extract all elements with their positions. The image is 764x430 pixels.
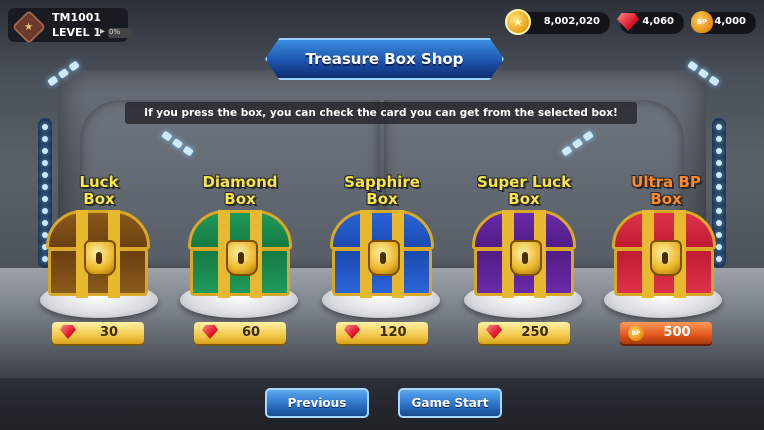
info-banner: If you press the box, you can check the … xyxy=(125,102,637,124)
previous-button[interactable]: Previous xyxy=(265,388,369,418)
bp-bag-icon: BP xyxy=(688,8,716,36)
lock-icon xyxy=(368,240,400,276)
chest-super-luck-box[interactable] xyxy=(472,210,576,298)
price-tag-luck[interactable]: 30 xyxy=(52,322,144,344)
lock-icon xyxy=(510,240,542,276)
bp-bag-icon: BP xyxy=(628,325,644,341)
gem-counter[interactable]: 4,060 xyxy=(617,12,684,34)
gold-value: 8,002,020 xyxy=(543,16,600,27)
info-text: If you press the box, you can check the … xyxy=(144,107,618,119)
bottom-bar xyxy=(0,378,764,430)
chest-diamond-box[interactable] xyxy=(188,210,292,298)
box-label-ultra-bp: Ultra BP Box xyxy=(631,173,701,208)
bp-value: 4,000 xyxy=(714,16,746,27)
ruby-gem-icon xyxy=(202,325,218,339)
rank-star-icon: ★ xyxy=(12,10,46,44)
ruby-gem-icon xyxy=(60,325,76,339)
price-tag-sapphire[interactable]: 120 xyxy=(336,322,428,344)
gem-value: 4,060 xyxy=(642,16,674,27)
shop-title: Treasure Box Shop xyxy=(305,50,464,68)
box-label-sapphire: Sapphire Box xyxy=(344,173,420,208)
box-label-luck: Luck Box xyxy=(79,173,119,208)
shop-title-plate: Treasure Box Shop xyxy=(265,38,504,80)
player-level: LEVEL 1 xyxy=(52,26,102,39)
level-arrow-icon: ▸ xyxy=(100,26,106,37)
ruby-gem-icon xyxy=(486,325,502,339)
bp-counter[interactable]: BP 4,000 xyxy=(691,11,756,34)
xp-percent: 0% xyxy=(109,28,121,36)
chest-luck-box[interactable] xyxy=(46,210,150,298)
lock-icon xyxy=(650,240,682,276)
player-profile[interactable]: ★ TM1001 LEVEL 1 ▸ 0% xyxy=(8,8,132,44)
price-tag-super-luck[interactable]: 250 xyxy=(478,322,570,344)
gold-coin-icon: ★ xyxy=(504,8,532,36)
lock-icon xyxy=(84,240,116,276)
price-tag-diamond[interactable]: 60 xyxy=(194,322,286,344)
box-label-super-luck: Super Luck Box xyxy=(476,173,572,208)
game-start-button[interactable]: Game Start xyxy=(398,388,502,418)
box-label-diamond: Diamond Box xyxy=(202,173,278,208)
price-tag-ultra-bp[interactable]: BP 500 xyxy=(620,322,712,344)
player-name: TM1001 xyxy=(52,11,102,24)
ruby-gem-icon xyxy=(614,8,642,36)
chest-ultra-bp-box[interactable] xyxy=(612,210,716,298)
lock-icon xyxy=(226,240,258,276)
ruby-gem-icon xyxy=(344,325,360,339)
chest-sapphire-box[interactable] xyxy=(330,210,434,298)
gold-counter[interactable]: ★ 8,002,020 xyxy=(505,9,610,35)
